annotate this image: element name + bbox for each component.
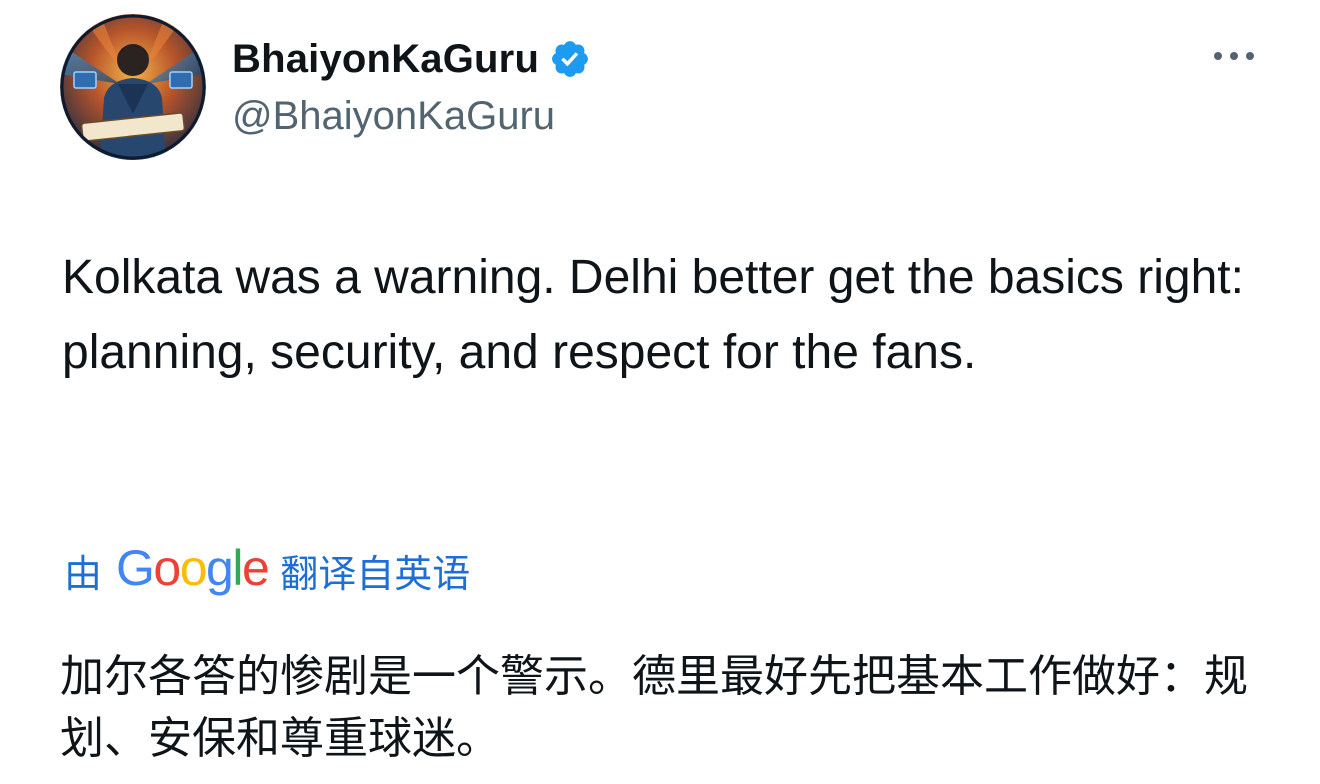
translated-tweet-text: 加尔各答的惨剧是一个警示。德里最好先把基本工作做好：规划、安保和尊重球迷。 bbox=[60, 651, 1248, 764]
translation-attribution[interactable]: 由 Google 翻译自英语 bbox=[64, 538, 470, 602]
verified-badge-icon[interactable] bbox=[549, 38, 591, 80]
google-logo-letter: G bbox=[116, 540, 155, 596]
translated-from-label: 翻译自英语 bbox=[280, 551, 471, 596]
more-options-icon[interactable] bbox=[1206, 36, 1262, 76]
google-logo-letter: e bbox=[241, 540, 270, 596]
google-logo-letter: g bbox=[206, 540, 234, 596]
google-logo-letter: l bbox=[232, 540, 243, 596]
author-handle[interactable]: @BhaiyonKaGuru bbox=[232, 94, 555, 139]
google-logo-letter: o bbox=[179, 540, 208, 596]
google-logo-letter: o bbox=[153, 540, 181, 596]
author-display-name[interactable]: BhaiyonKaGuru bbox=[232, 37, 539, 82]
avatar-image bbox=[60, 14, 206, 160]
author-name-row: BhaiyonKaGuru bbox=[232, 32, 591, 86]
translated-by-label: 由 bbox=[64, 551, 103, 596]
tweet-text: Kolkata was a warning. Delhi better get … bbox=[62, 251, 1244, 379]
tweet-card: BhaiyonKaGuru @BhaiyonKaGuru Kolkata was… bbox=[0, 0, 1320, 784]
google-logo: Google bbox=[116, 539, 270, 597]
author-avatar[interactable] bbox=[60, 14, 206, 160]
